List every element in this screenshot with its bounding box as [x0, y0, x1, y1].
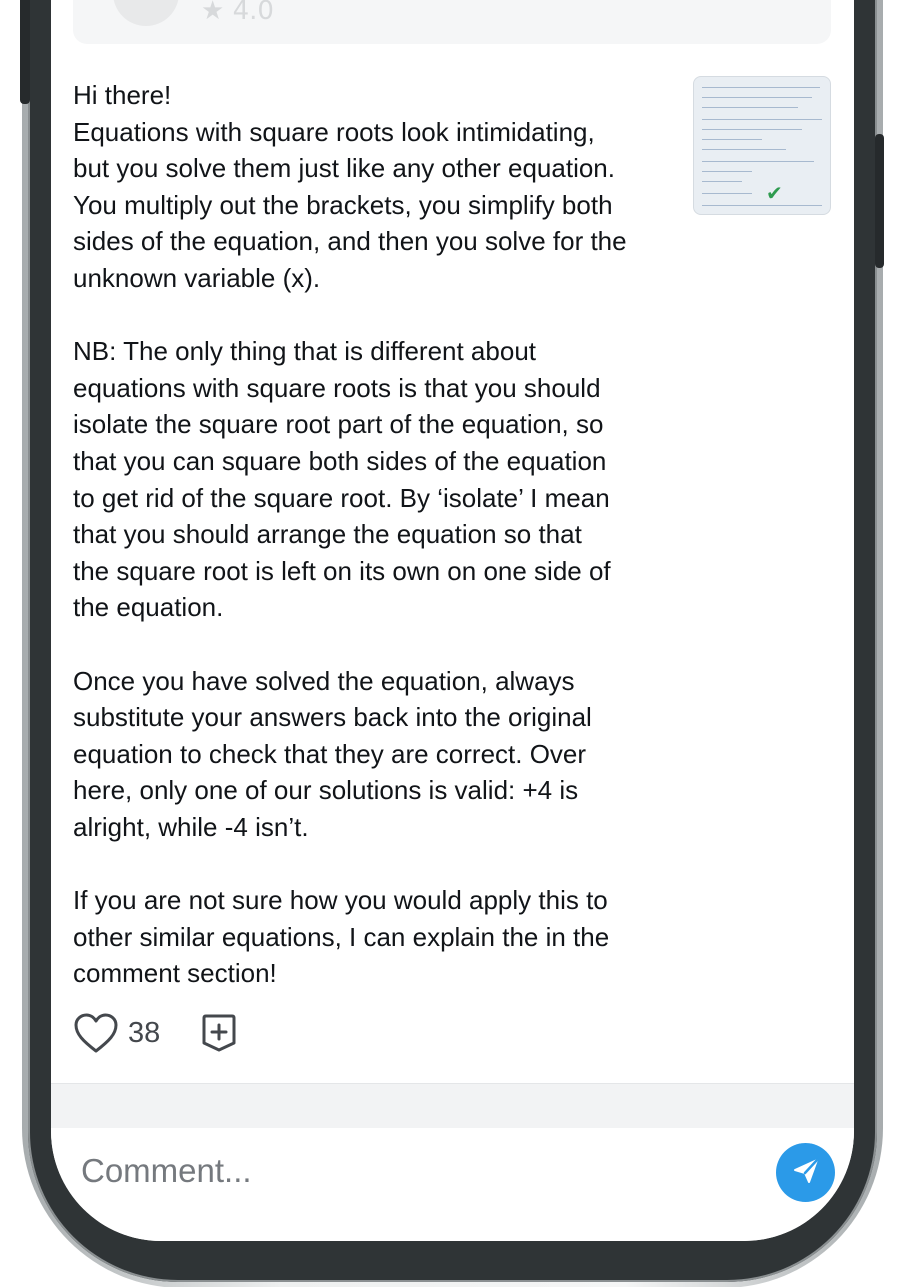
- previous-answer-card: [73, 0, 831, 44]
- comment-input[interactable]: [81, 1148, 721, 1194]
- rating-text: ★ 4.0: [201, 0, 274, 26]
- answer-actions: 38: [73, 1010, 238, 1056]
- app-screen: ★ 4.0 Hi there! Equations with square ro…: [0, 0, 905, 1287]
- star-icon: ★: [201, 0, 225, 26]
- phone-screen: ★ 4.0 Hi there! Equations with square ro…: [51, 0, 854, 1241]
- comment-bar: [51, 1128, 854, 1241]
- like-count: 38: [128, 1016, 161, 1049]
- checkmark-icon: ✔: [766, 181, 783, 205]
- rating-value: 4.0: [232, 0, 274, 26]
- section-divider: [51, 1083, 854, 1129]
- phone-side-button-left: [20, 0, 30, 104]
- answer-text: Hi there! Equations with square roots lo…: [73, 80, 627, 989]
- answer-image-thumbnail[interactable]: ✔: [693, 76, 831, 215]
- heart-outline-icon[interactable]: [73, 1012, 119, 1054]
- send-plane-icon: [791, 1156, 821, 1190]
- send-button[interactable]: [776, 1143, 835, 1202]
- bookmark-plus-icon[interactable]: [200, 1013, 238, 1053]
- phone-side-button-right: [875, 134, 884, 268]
